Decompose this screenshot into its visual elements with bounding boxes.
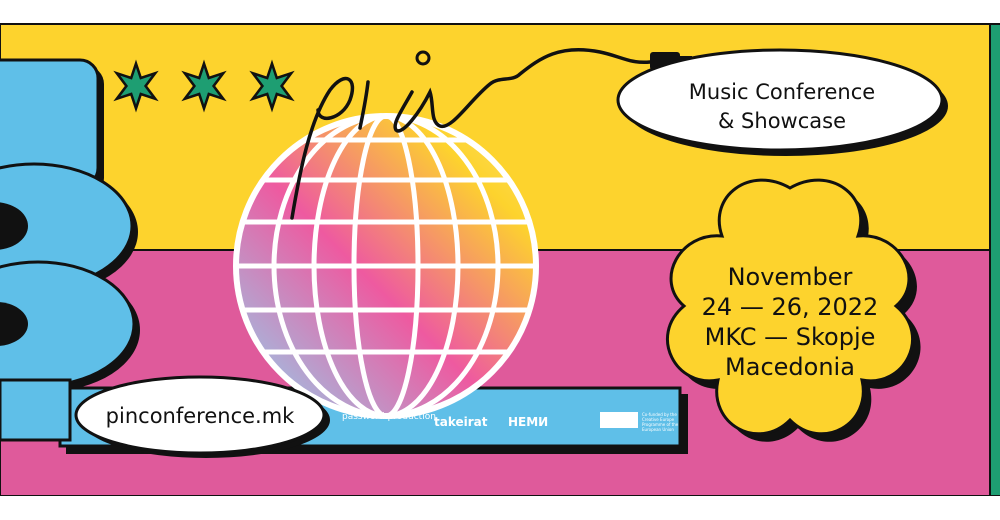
- conference-line-2: & Showcase: [718, 109, 846, 133]
- event-date-location: November 24 — 26, 2022 MKC — Skopje Mace…: [690, 262, 890, 382]
- conference-line-1: Music Conference: [688, 80, 876, 104]
- eu-flag-icon: [600, 412, 638, 428]
- website-link[interactable]: pinconference.mk: [82, 402, 318, 430]
- date-line-2: 24 — 26, 2022: [701, 293, 879, 321]
- sponsor-password-production: password production: [342, 412, 436, 422]
- disco-ball-icon: [233, 113, 539, 419]
- sponsor-takeirat: takeirat: [434, 415, 488, 429]
- event-banner: Music Conference & Showcase November 24 …: [0, 0, 1000, 520]
- date-line-3: MKC — Skopje: [704, 323, 876, 351]
- conference-title: Music Conference & Showcase: [632, 78, 932, 136]
- green-stripe: [989, 23, 1000, 497]
- sponsor-nemi: НЕМИ: [508, 415, 549, 429]
- sponsor-creative-europe: Co-funded by the Creative Europe Program…: [642, 412, 679, 432]
- date-line-4: Macedonia: [725, 353, 855, 381]
- date-line-1: November: [727, 263, 853, 291]
